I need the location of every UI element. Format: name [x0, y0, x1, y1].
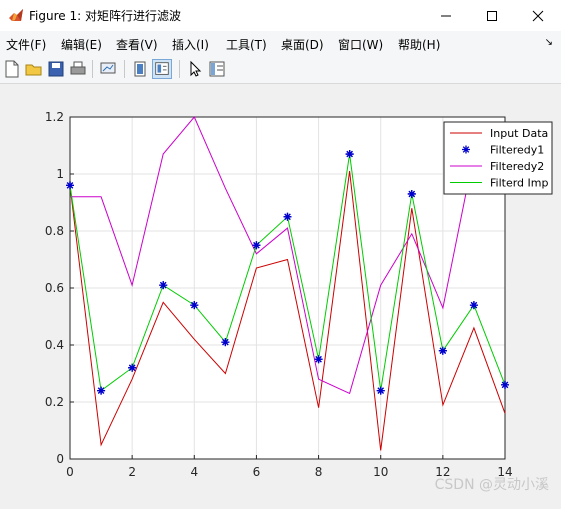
close-icon — [532, 10, 544, 21]
hide-plot-tools-icon[interactable] — [130, 59, 150, 79]
series-marker-filteredy1 — [221, 338, 230, 347]
x-tick-label: 4 — [190, 465, 198, 479]
print-icon[interactable] — [68, 59, 88, 79]
series-marker-filteredy1 — [283, 212, 292, 221]
y-tick-label: 1 — [56, 167, 64, 181]
figure-canvas: 0 2 4 6 8 10 12 14 0 0.2 0.4 0.6 0.8 1 1.2 Input Data Fi… — [0, 84, 561, 505]
series-marker-filteredy1 — [469, 301, 478, 310]
toolbar-separator — [92, 60, 93, 78]
series-marker-filteredy1 — [252, 241, 261, 250]
title-bar: Figure 1: 对矩阵行进行滤波 — [0, 0, 561, 32]
series-marker-filteredy1 — [501, 380, 509, 389]
new-figure-icon[interactable] — [2, 59, 22, 79]
legend-label: Filterd Imp — [490, 177, 548, 190]
maximize-icon — [487, 10, 497, 21]
menu-view[interactable]: 查看(V) — [116, 36, 158, 53]
menu-desktop[interactable]: 桌面(D) — [281, 36, 324, 53]
line-plot: 0 2 4 6 8 10 12 1400.20.40.60.811.2Input DataFi… — [45, 110, 553, 493]
menu-bar: 文件(F) 编辑(E) 查看(V) 插入(I) 工具(T) 桌面(D) 窗口(W… — [0, 31, 561, 55]
save-icon[interactable] — [46, 59, 66, 79]
y-tick-label: 0.2 — [45, 395, 64, 409]
y-tick-label: 0.8 — [45, 224, 64, 238]
menu-insert[interactable]: 插入(I) — [172, 36, 209, 53]
legend-label: Input Data — [490, 127, 548, 140]
x-tick-label: 2 — [128, 465, 136, 479]
menu-file[interactable]: 文件(F) — [6, 36, 46, 53]
open-file-icon[interactable] — [24, 59, 44, 79]
close-button[interactable] — [515, 0, 561, 31]
menu-window[interactable]: 窗口(W) — [338, 36, 383, 53]
menu-edit[interactable]: 编辑(E) — [61, 36, 102, 53]
watermark-text: CSDN @灵动小溪 — [435, 477, 549, 493]
maximize-button[interactable] — [469, 0, 515, 31]
series-marker-filteredy1 — [128, 363, 137, 372]
matlab-figure-icon — [9, 9, 23, 21]
menu-tools[interactable]: 工具(T) — [226, 36, 267, 53]
legend-label: Filteredy1 — [490, 144, 544, 157]
dock-arrow-icon[interactable]: ↘ — [545, 37, 553, 48]
y-tick-label: 1.2 — [45, 110, 64, 124]
x-tick-label: 8 — [315, 465, 323, 479]
link-plot-icon[interactable] — [98, 59, 118, 79]
show-plot-tools-icon[interactable] — [152, 59, 172, 79]
toolbar — [0, 55, 561, 84]
legend-label: Filteredy2 — [490, 160, 544, 173]
series-marker-filteredy1 — [314, 355, 323, 364]
series-marker-filteredy1 — [438, 346, 447, 355]
y-tick-label: 0.6 — [45, 281, 64, 295]
x-tick-label: 0 — [66, 465, 74, 479]
x-tick-label: 10 — [373, 465, 388, 479]
edit-plot-arrow-icon[interactable] — [185, 59, 205, 79]
minimize-button[interactable] — [423, 0, 469, 31]
minimize-icon — [441, 15, 451, 16]
x-tick-label: 6 — [253, 465, 261, 479]
insert-colorbar-icon[interactable] — [207, 59, 227, 79]
series-marker-filteredy1 — [376, 386, 385, 395]
y-tick-label: 0.4 — [45, 338, 64, 352]
window-title: Figure 1: 对矩阵行进行滤波 — [29, 9, 181, 23]
toolbar-separator — [124, 60, 125, 78]
menu-help[interactable]: 帮助(H) — [398, 36, 440, 53]
toolbar-separator — [179, 60, 180, 78]
y-tick-label: 0 — [56, 452, 64, 466]
